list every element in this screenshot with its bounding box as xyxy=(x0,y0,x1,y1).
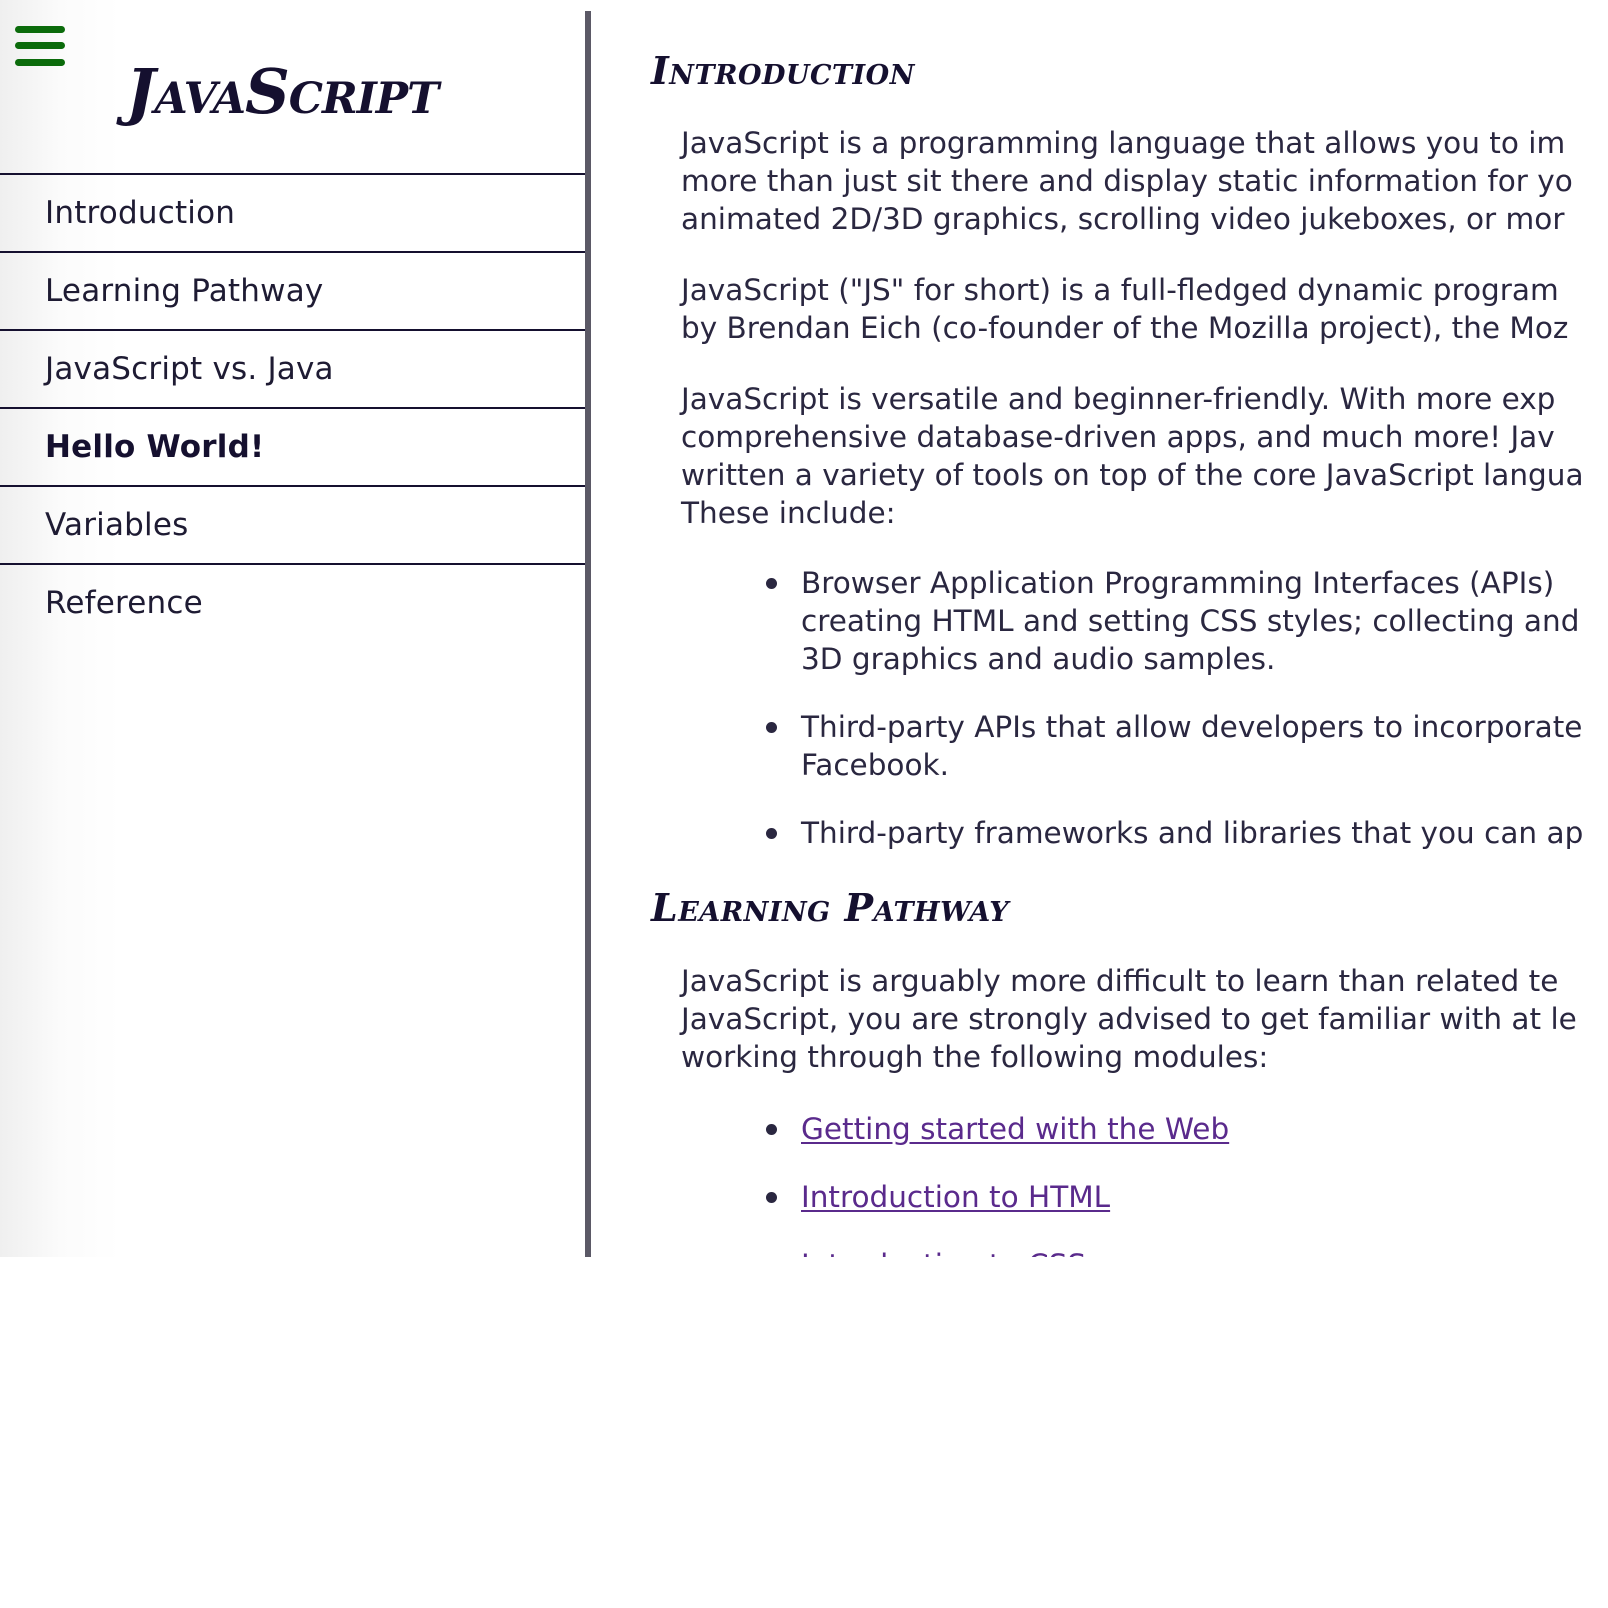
link-introduction-to-html[interactable]: Introduction to HTML xyxy=(801,1180,1110,1214)
text-line: JavaScript, you are strongly advised to … xyxy=(681,1002,1577,1036)
intro-paragraph-3: JavaScript is versatile and beginner-fri… xyxy=(681,380,1584,532)
text-line: comprehensive database-driven apps, and … xyxy=(681,420,1555,454)
text-line: working through the following modules: xyxy=(681,1040,1269,1074)
pathway-paragraph-1: JavaScript is arguably more difficult to… xyxy=(681,962,1577,1076)
link-introduction-to-css[interactable]: Introduction to CSS xyxy=(801,1248,1086,1257)
main-content: Introduction JavaScript is a programming… xyxy=(591,0,1608,1257)
menu-bar-top xyxy=(15,26,65,33)
intro-paragraph-2: JavaScript ("JS" for short) is a full-fl… xyxy=(681,271,1568,347)
text-line: written a variety of tools on top of the… xyxy=(681,458,1584,492)
section-title-learning-pathway: Learning Pathway xyxy=(651,885,1010,930)
intro-paragraph-1: JavaScript is a programming language tha… xyxy=(681,124,1573,238)
bullet-icon xyxy=(766,1192,777,1203)
text-line: animated 2D/3D graphics, scrolling video… xyxy=(681,202,1565,236)
text-line: by Brendan Eich (co-founder of the Mozil… xyxy=(681,311,1569,345)
menu-bar-bottom xyxy=(15,59,65,66)
page: JavaScript Introduction Learning Pathway… xyxy=(0,0,1608,1257)
bullet-icon xyxy=(766,1124,777,1135)
hamburger-menu-icon[interactable] xyxy=(15,26,65,68)
menu-bar-middle xyxy=(15,42,65,49)
sidebar-item-learning-pathway[interactable]: Learning Pathway xyxy=(0,251,585,329)
sidebar: JavaScript Introduction Learning Pathway… xyxy=(0,0,585,1257)
list-item: Third-party frameworks and libraries tha… xyxy=(801,814,1583,852)
sidebar-item-reference[interactable]: Reference xyxy=(0,563,585,641)
list-item: Third-party APIs that allow developers t… xyxy=(801,708,1582,784)
text-line: JavaScript is arguably more difficult to… xyxy=(681,964,1559,998)
text-line: Third-party APIs that allow developers t… xyxy=(801,710,1583,744)
text-line: more than just sit there and display sta… xyxy=(681,164,1573,198)
text-line: Third-party frameworks and libraries tha… xyxy=(801,816,1584,850)
sidebar-item-javascript-vs-java[interactable]: JavaScript vs. Java xyxy=(0,329,585,407)
text-line: JavaScript is a programming language tha… xyxy=(681,126,1566,160)
sidebar-nav: Introduction Learning Pathway JavaScript… xyxy=(0,173,585,641)
sidebar-item-hello-world[interactable]: Hello World! xyxy=(0,407,585,485)
text-line: JavaScript ("JS" for short) is a full-fl… xyxy=(681,273,1559,307)
bullet-icon xyxy=(766,722,777,733)
bullet-icon xyxy=(766,578,777,589)
bullet-icon xyxy=(766,828,777,839)
site-title: JavaScript xyxy=(126,55,439,128)
sidebar-item-variables[interactable]: Variables xyxy=(0,485,585,563)
text-line: creating HTML and setting CSS styles; co… xyxy=(801,604,1580,638)
list-item: Introduction to CSS xyxy=(801,1246,1086,1257)
link-getting-started-with-the-web[interactable]: Getting started with the Web xyxy=(801,1112,1229,1146)
text-line: Facebook. xyxy=(801,748,949,782)
list-item: Introduction to HTML xyxy=(801,1178,1110,1216)
list-item: Browser Application Programming Interfac… xyxy=(801,564,1579,678)
text-line: 3D graphics and audio samples. xyxy=(801,642,1276,676)
list-item: Getting started with the Web xyxy=(801,1110,1229,1148)
text-line: These include: xyxy=(681,496,896,530)
section-title-introduction: Introduction xyxy=(651,48,915,93)
sidebar-item-introduction[interactable]: Introduction xyxy=(0,173,585,251)
text-line: JavaScript is versatile and beginner-fri… xyxy=(681,382,1556,416)
text-line: Browser Application Programming Interfac… xyxy=(801,566,1555,600)
